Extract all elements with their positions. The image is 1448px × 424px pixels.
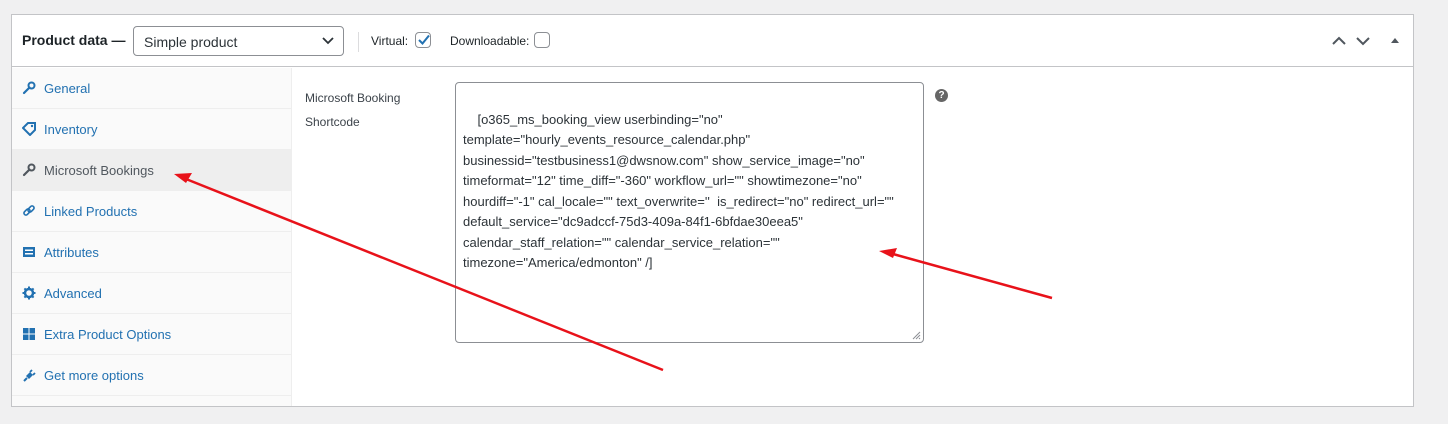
tab-label: Advanced xyxy=(44,286,102,301)
checkmark-icon xyxy=(418,34,430,45)
tab-label: Attributes xyxy=(44,245,99,260)
gear-icon xyxy=(22,286,36,300)
product-data-box: Product data — Simple product Virtual: D… xyxy=(11,14,1414,407)
header-divider xyxy=(358,32,359,52)
list-icon xyxy=(23,247,35,257)
tab-inventory[interactable]: Inventory xyxy=(12,109,292,150)
wrench-icon xyxy=(22,163,36,177)
virtual-checkbox[interactable] xyxy=(415,32,431,48)
tab-advanced[interactable]: Advanced xyxy=(12,273,292,314)
tab-label: Linked Products xyxy=(44,204,138,219)
tab-label: Microsoft Bookings xyxy=(44,163,154,178)
tab-label: Get more options xyxy=(44,368,144,383)
shortcode-textarea[interactable]: [o365_ms_booking_view userbinding="no" t… xyxy=(455,82,924,343)
shortcode-text: [o365_ms_booking_view userbinding="no" t… xyxy=(463,111,898,271)
chevron-down-icon xyxy=(322,37,334,45)
tab-microsoft-bookings[interactable]: Microsoft Bookings xyxy=(12,150,292,191)
help-icon[interactable]: ? xyxy=(935,89,948,102)
tab-get-more-options[interactable]: Get more options xyxy=(12,355,292,396)
move-down-icon[interactable] xyxy=(1354,33,1372,49)
downloadable-label: Downloadable: xyxy=(450,34,530,48)
product-type-value: Simple product xyxy=(144,34,238,50)
wrench-icon xyxy=(22,81,36,95)
link-icon xyxy=(23,205,35,216)
shortcode-field-label: Microsoft Booking Shortcode xyxy=(305,86,445,134)
tab-label: Inventory xyxy=(44,122,98,137)
product-data-header: Product data — Simple product Virtual: D… xyxy=(12,15,1413,67)
tab-linked-products[interactable]: Linked Products xyxy=(12,191,292,232)
product-type-select[interactable]: Simple product xyxy=(133,26,344,56)
field-label-line: Microsoft Booking xyxy=(305,91,401,105)
field-label-line: Shortcode xyxy=(305,115,360,129)
tag-icon xyxy=(22,122,36,136)
plugin-icon xyxy=(23,369,36,382)
grid-icon xyxy=(23,328,35,340)
product-data-title: Product data — xyxy=(22,32,126,48)
downloadable-checkbox[interactable] xyxy=(534,32,550,48)
tab-label: Extra Product Options xyxy=(44,327,172,342)
tab-extra-product-options[interactable]: Extra Product Options xyxy=(12,314,292,355)
collapse-toggle-icon[interactable] xyxy=(1386,33,1404,49)
product-data-tabs: General Inventory Microsoft Bookings Lin… xyxy=(12,68,292,406)
tab-attributes[interactable]: Attributes xyxy=(12,232,292,273)
resize-grip-icon[interactable] xyxy=(912,331,921,340)
virtual-label: Virtual: xyxy=(371,34,409,48)
tab-general[interactable]: General xyxy=(12,68,292,109)
move-up-icon[interactable] xyxy=(1330,33,1348,49)
tab-label: General xyxy=(44,81,91,96)
